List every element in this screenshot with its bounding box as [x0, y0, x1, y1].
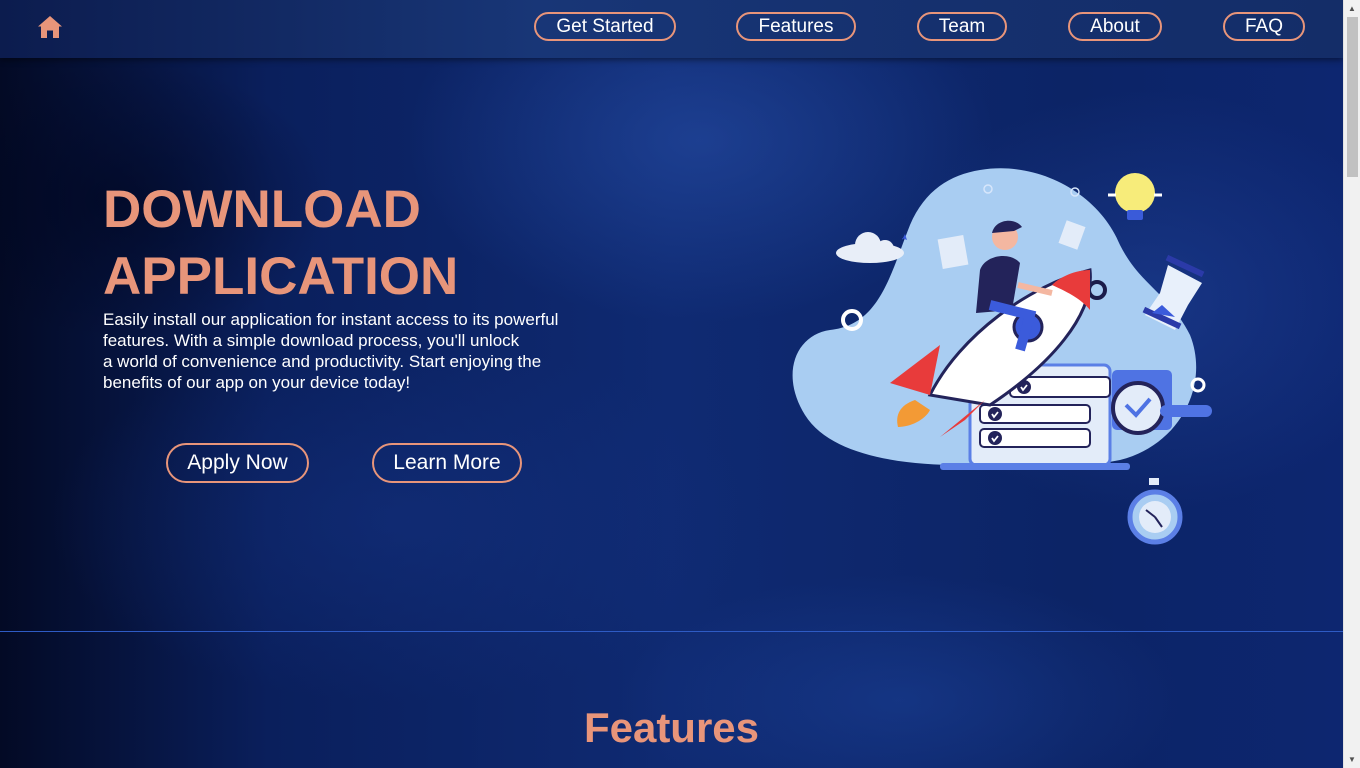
apply-now-button[interactable]: Apply Now: [166, 443, 309, 483]
cloud-icon: [836, 232, 904, 263]
hero-description-line: benefits of our app on your device today…: [103, 373, 411, 392]
navbar: Get Started Features Team About FAQ: [0, 0, 1343, 58]
hero-description-line: Easily install our application for insta…: [103, 310, 559, 329]
stopwatch-icon: [1127, 478, 1183, 545]
hero-title-line2: APPLICATION: [103, 247, 459, 306]
scrollbar-thumb[interactable]: [1347, 17, 1358, 177]
hero-description-line: a world of convenience and productivity.…: [103, 352, 542, 371]
home-button[interactable]: [36, 14, 66, 42]
nav-link-faq[interactable]: FAQ: [1223, 12, 1305, 41]
hero-title: DOWNLOAD APPLICATION: [103, 176, 623, 310]
home-icon: [38, 16, 62, 38]
nav-link-about[interactable]: About: [1068, 12, 1162, 41]
page: Get Started Features Team About FAQ DOWN…: [0, 0, 1343, 768]
nav-link-get-started[interactable]: Get Started: [534, 12, 676, 41]
section-divider: [0, 631, 1343, 632]
lightbulb-icon: [1108, 173, 1162, 220]
learn-more-button[interactable]: Learn More: [372, 443, 522, 483]
hero-description-line: features. With a simple download process…: [103, 331, 520, 350]
nav-link-team[interactable]: Team: [917, 12, 1007, 41]
rocket-launch-illustration: [792, 168, 1212, 545]
scroll-up-arrow-icon[interactable]: ▲: [1344, 0, 1360, 17]
vertical-scrollbar[interactable]: ▲ ▼: [1343, 0, 1360, 768]
scroll-down-arrow-icon[interactable]: ▼: [1344, 751, 1360, 768]
hero-description: Easily install our application for insta…: [103, 309, 603, 393]
nav-link-features[interactable]: Features: [736, 12, 856, 41]
features-section-title: Features: [583, 704, 760, 751]
hero-title-line1: DOWNLOAD: [103, 180, 421, 239]
